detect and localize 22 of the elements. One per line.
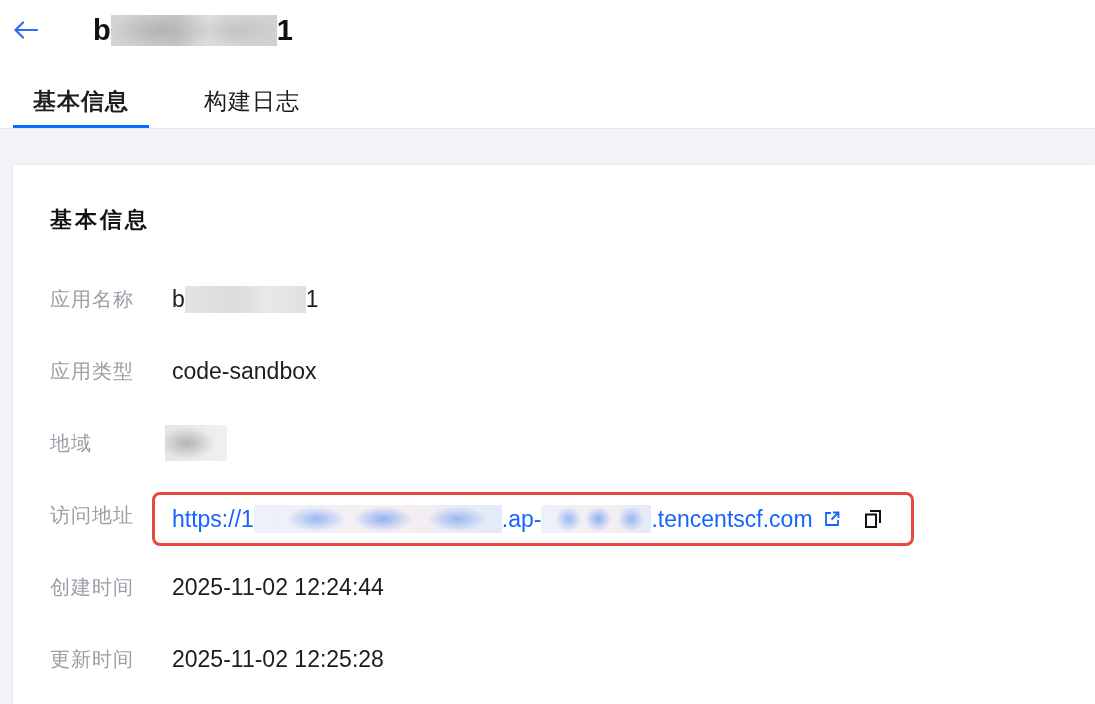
- back-button[interactable]: [14, 21, 38, 39]
- field-label: 应用名称: [50, 286, 135, 312]
- field-value: 2025-11-02 12:24:44: [172, 573, 384, 601]
- field-label: 更新时间: [50, 646, 135, 672]
- field-label: 创建时间: [50, 574, 135, 600]
- page-title: b: [93, 13, 111, 47]
- page-title: 1: [276, 13, 293, 47]
- field-value: code-sandbox: [172, 357, 317, 385]
- url-link[interactable]: https://1 .ap- .tencentscf.com: [172, 505, 813, 533]
- field-label: 访问地址: [50, 502, 135, 528]
- tab[interactable]: 基本信息: [13, 64, 149, 128]
- field-value: b: [172, 285, 185, 313]
- back-arrow-icon: [14, 21, 38, 39]
- field-label: 应用类型: [50, 358, 135, 384]
- card-title: 基本信息: [50, 206, 150, 234]
- field-label: 地域: [50, 430, 93, 456]
- tab[interactable]: 构建日志: [184, 64, 320, 128]
- field-value: 1: [305, 285, 319, 313]
- blurred-patch: [165, 425, 227, 461]
- external-link-icon[interactable]: [823, 511, 840, 527]
- field-value: 2025-11-02 12:25:28: [172, 645, 384, 673]
- copy-icon[interactable]: [864, 510, 881, 528]
